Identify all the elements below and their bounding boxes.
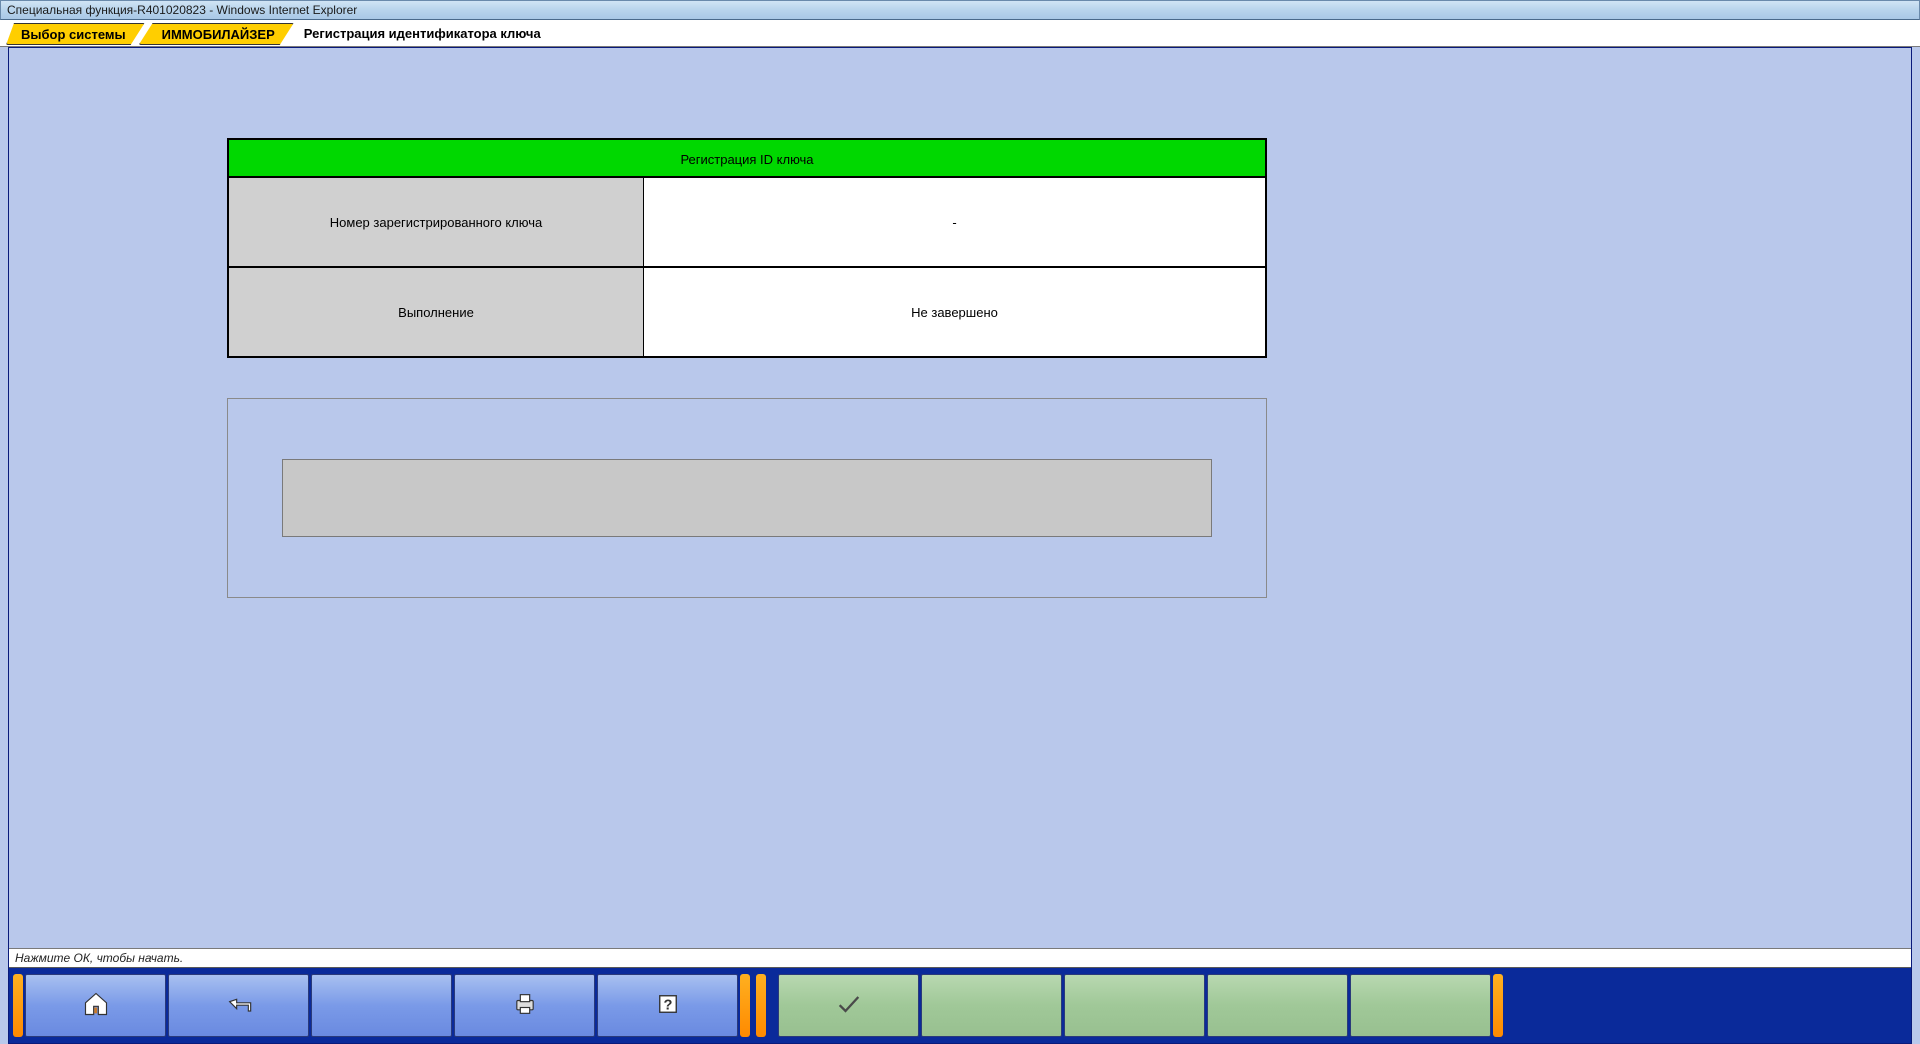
breadcrumb-label: ИММОБИЛАЙЗЕР <box>162 27 275 42</box>
toolbar-left-edge <box>13 974 23 1037</box>
ok-button[interactable] <box>778 974 919 1037</box>
print-button[interactable] <box>454 974 595 1037</box>
blank-g3[interactable] <box>1207 974 1348 1037</box>
status-bar: Нажмите ОК, чтобы начать. <box>9 948 1911 968</box>
cell-value-registered-key-number: - <box>643 178 1267 268</box>
bottom-toolbar: ? <box>9 968 1911 1043</box>
check-icon <box>835 990 863 1021</box>
cell-label-execution: Выполнение <box>227 268 643 358</box>
back-icon <box>225 990 253 1021</box>
blank-button-1[interactable] <box>311 974 452 1037</box>
breadcrumb-item-immobilizer[interactable]: ИММОБИЛАЙЗЕР <box>139 23 294 45</box>
home-icon <box>82 990 110 1021</box>
home-button[interactable] <box>25 974 166 1037</box>
table-header-text: Регистрация ID ключа <box>680 152 813 167</box>
breadcrumb-current-label: Регистрация идентификатора ключа <box>304 26 541 41</box>
app-body: Регистрация ID ключа Номер зарегистриров… <box>8 47 1912 1044</box>
status-text: Нажмите ОК, чтобы начать. <box>15 951 183 965</box>
blank-g2[interactable] <box>1064 974 1205 1037</box>
breadcrumb-label: Выбор системы <box>21 27 126 42</box>
toolbar-group-left: ? <box>23 972 740 1039</box>
cell-label-registered-key-number: Номер зарегистрированного ключа <box>227 178 643 268</box>
breadcrumb-bar: Выбор системы ИММОБИЛАЙЗЕР Регистрация и… <box>0 20 1920 47</box>
info-panel <box>227 398 1267 598</box>
toolbar-mid-edge-l <box>740 974 750 1037</box>
breadcrumb-item-system-select[interactable]: Выбор системы <box>6 23 145 45</box>
main-area: Регистрация ID ключа Номер зарегистриров… <box>9 48 1911 1043</box>
table-row: Выполнение Не завершено <box>227 268 1267 358</box>
toolbar-right-edge <box>1493 974 1503 1037</box>
back-button[interactable] <box>168 974 309 1037</box>
help-icon: ? <box>657 993 679 1018</box>
blank-g4[interactable] <box>1350 974 1491 1037</box>
toolbar-mid-edge-r <box>756 974 766 1037</box>
window-title-bar: Специальная функция-R401020823 - Windows… <box>0 0 1920 20</box>
cell-value-execution: Не завершено <box>643 268 1267 358</box>
blank-g1[interactable] <box>921 974 1062 1037</box>
table-row: Номер зарегистрированного ключа - <box>227 178 1267 268</box>
svg-text:?: ? <box>663 998 672 1014</box>
print-icon <box>511 990 539 1021</box>
breadcrumb-current: Регистрация идентификатора ключа <box>304 23 541 45</box>
info-panel-inner <box>282 459 1212 537</box>
key-registration-table: Регистрация ID ключа Номер зарегистриров… <box>227 138 1267 358</box>
window-title: Специальная функция-R401020823 - Windows… <box>7 3 357 17</box>
table-header: Регистрация ID ключа <box>227 138 1267 178</box>
help-button[interactable]: ? <box>597 974 738 1037</box>
toolbar-group-right <box>776 972 1493 1039</box>
